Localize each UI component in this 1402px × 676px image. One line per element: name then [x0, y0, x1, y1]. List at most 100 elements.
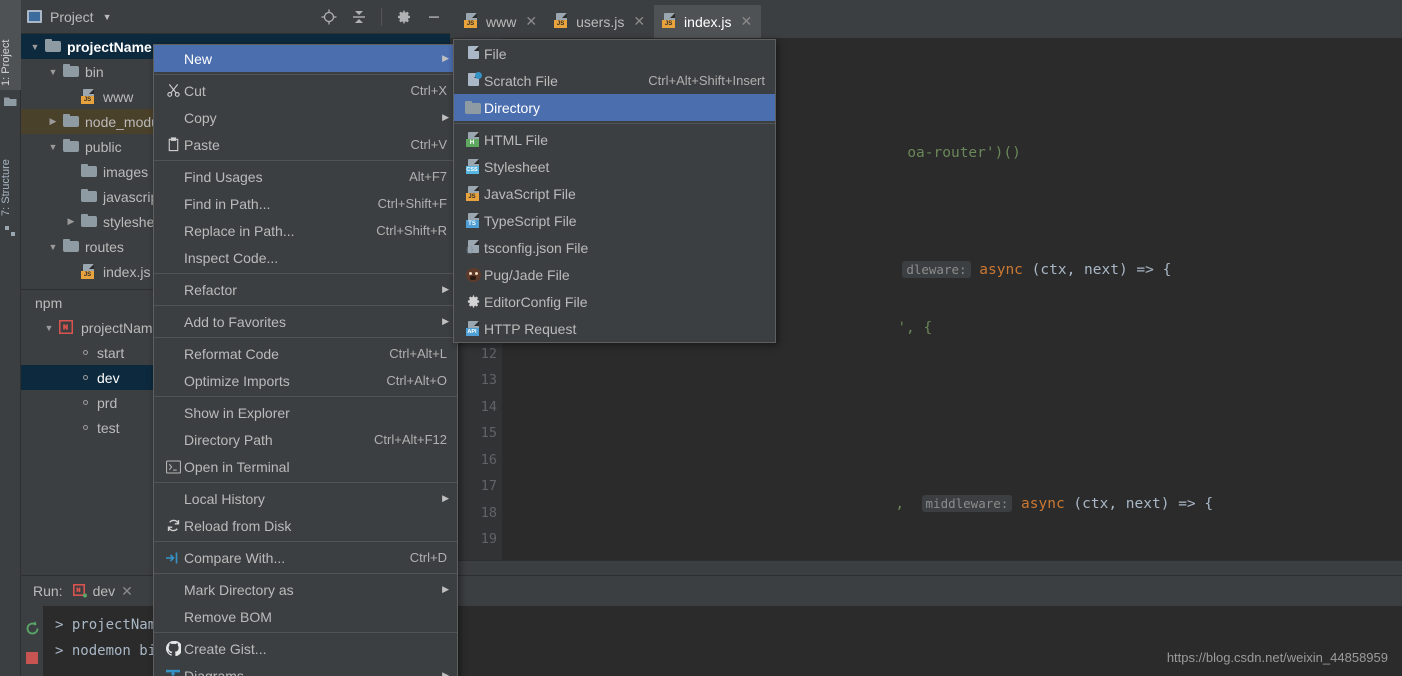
menu-item-javascript-file[interactable]: JSJavaScript File — [454, 180, 775, 207]
close-icon[interactable]: ✕ — [525, 13, 537, 30]
locate-icon[interactable] — [321, 9, 337, 25]
menu-item-label: Add to Favorites — [184, 314, 457, 330]
menu-item-file[interactable]: File — [454, 40, 775, 67]
menu-item-label: TypeScript File — [484, 213, 775, 229]
run-tab-dev[interactable]: dev ✕ — [73, 583, 133, 600]
js-file-icon: JS — [462, 186, 484, 201]
menu-item-label: Pug/Jade File — [484, 267, 775, 283]
code-kw-async-2: async — [1021, 496, 1065, 512]
minimize-icon[interactable] — [426, 9, 442, 25]
editor-tab-www[interactable]: JSwww✕ — [456, 5, 546, 38]
menu-item-label: Optimize Imports — [184, 373, 386, 389]
chevron-down-icon[interactable]: ▼ — [47, 142, 59, 152]
menu-item-local-history[interactable]: Local History▶ — [154, 485, 457, 512]
chevron-down-icon[interactable]: ▼ — [43, 323, 55, 333]
menu-item-typescript-file[interactable]: TSTypeScript File — [454, 207, 775, 234]
menu-item-label: New — [184, 51, 457, 67]
ide-window: 1: Project 7: Structure Project ▼ — [0, 0, 1402, 676]
chevron-down-icon[interactable]: ▼ — [47, 242, 59, 252]
menu-item-compare-with[interactable]: Compare With...Ctrl+D — [154, 544, 457, 571]
menu-item-stylesheet[interactable]: CSSStylesheet — [454, 153, 775, 180]
editor-tab-label: index.js — [684, 14, 731, 30]
stop-icon[interactable] — [25, 651, 39, 665]
menu-item-label: EditorConfig File — [484, 294, 775, 310]
diagram-icon — [162, 669, 184, 676]
menu-item-http-request[interactable]: APIHTTP Request — [454, 315, 775, 342]
menu-item-editorconfig-file[interactable]: EditorConfig File — [454, 288, 775, 315]
menu-item-find-in-path[interactable]: Find in Path...Ctrl+Shift+F — [154, 190, 457, 217]
tree-spacer — [65, 192, 77, 202]
tsconfig-file-icon: {} — [462, 240, 484, 255]
menu-item-replace-in-path[interactable]: Replace in Path...Ctrl+Shift+R — [154, 217, 457, 244]
rerun-icon[interactable] — [24, 620, 41, 637]
code-param-middleware-2: middleware: — [922, 495, 1013, 512]
js-file-icon: JS — [81, 89, 98, 104]
sidebar-tab-project[interactable]: 1: Project — [0, 0, 21, 90]
folder-icon — [45, 39, 62, 54]
close-icon[interactable]: ✕ — [633, 13, 645, 30]
project-icon — [4, 96, 17, 107]
menu-item-label: Find in Path... — [184, 196, 378, 212]
menu-item-scratch-file[interactable]: Scratch FileCtrl+Alt+Shift+Insert — [454, 67, 775, 94]
new-submenu[interactable]: FileScratch FileCtrl+Alt+Shift+InsertDir… — [453, 39, 776, 343]
editor-tab-label: users.js — [576, 14, 624, 30]
menu-item-remove-bom[interactable]: Remove BOM — [154, 603, 457, 630]
code-line-15 — [510, 347, 1402, 374]
toolbar-divider — [381, 8, 382, 26]
menu-item-cut[interactable]: CutCtrl+X — [154, 77, 457, 104]
npm-script-label: dev — [97, 370, 120, 386]
collapse-all-icon[interactable] — [351, 9, 367, 25]
menu-item-show-in-explorer[interactable]: Show in Explorer — [154, 399, 457, 426]
sidebar-tab-structure-label: 7: Structure — [0, 159, 12, 216]
close-icon[interactable]: ✕ — [121, 583, 133, 600]
menu-item-mark-directory-as[interactable]: Mark Directory as▶ — [154, 576, 457, 603]
menu-item-shortcut: Ctrl+Alt+O — [386, 373, 457, 388]
menu-item-refactor[interactable]: Refactor▶ — [154, 276, 457, 303]
menu-item-reload-from-disk[interactable]: Reload from Disk — [154, 512, 457, 539]
chevron-right-icon[interactable]: ▶ — [65, 216, 77, 227]
menu-item-label: JavaScript File — [484, 186, 775, 202]
gear-icon[interactable] — [396, 9, 412, 25]
chevron-down-icon[interactable]: ▼ — [47, 67, 59, 77]
menu-item-pug-jade-file[interactable]: Pug/Jade File — [454, 261, 775, 288]
menu-item-tsconfig-json-file[interactable]: {}tsconfig.json File — [454, 234, 775, 261]
menu-item-paste[interactable]: PasteCtrl+V — [154, 131, 457, 158]
menu-item-add-to-favorites[interactable]: Add to Favorites▶ — [154, 308, 457, 335]
menu-separator — [154, 273, 457, 274]
menu-item-directory[interactable]: Directory — [454, 94, 775, 121]
tree-item-label: images — [103, 164, 148, 180]
folder-icon — [63, 64, 80, 79]
project-panel-header: Project ▼ — [21, 0, 450, 34]
sidebar-tab-structure[interactable]: 7: Structure — [0, 120, 21, 220]
chevron-right-icon[interactable]: ▶ — [47, 116, 59, 127]
close-icon[interactable]: ✕ — [741, 13, 753, 30]
npm-script-label: start — [97, 345, 124, 361]
menu-item-inspect-code[interactable]: Inspect Code... — [154, 244, 457, 271]
menu-item-label: Local History — [184, 491, 457, 507]
menu-item-reformat-code[interactable]: Reformat CodeCtrl+Alt+L — [154, 340, 457, 367]
menu-item-optimize-imports[interactable]: Optimize ImportsCtrl+Alt+O — [154, 367, 457, 394]
chevron-down-icon[interactable]: ▼ — [103, 12, 112, 22]
menu-item-html-file[interactable]: HHTML File — [454, 126, 775, 153]
editor-tab-index-js[interactable]: JSindex.js✕ — [654, 5, 761, 38]
chevron-down-icon[interactable]: ▼ — [29, 42, 41, 52]
editor-tab-users-js[interactable]: JSusers.js✕ — [546, 5, 654, 38]
menu-item-find-usages[interactable]: Find UsagesAlt+F7 — [154, 163, 457, 190]
menu-item-label: Stylesheet — [484, 159, 775, 175]
code-line-17: , middleware: async (ctx, next) => { — [510, 464, 1402, 491]
menu-item-open-in-terminal[interactable]: Open in Terminal — [154, 453, 457, 480]
scissors-icon — [162, 83, 184, 98]
code-frag-require: oa-router')() — [907, 145, 1021, 161]
scratch-file-icon — [462, 73, 484, 88]
menu-item-diagrams[interactable]: Diagrams▶ — [154, 662, 457, 676]
npm-script-label: prd — [97, 395, 117, 411]
menu-item-directory-path[interactable]: Directory PathCtrl+Alt+F12 — [154, 426, 457, 453]
menu-item-create-gist[interactable]: Create Gist... — [154, 635, 457, 662]
menu-item-new[interactable]: New▶ — [154, 45, 457, 72]
menu-item-copy[interactable]: Copy▶ — [154, 104, 457, 131]
context-menu[interactable]: New▶ CutCtrl+XCopy▶PasteCtrl+V Find Usages… — [153, 44, 458, 676]
project-panel-toolbar — [321, 0, 442, 34]
github-icon — [162, 641, 184, 656]
editor-tabbar: JSwww✕JSusers.js✕JSindex.js✕ — [450, 0, 1402, 38]
menu-item-label: Open in Terminal — [184, 459, 457, 475]
